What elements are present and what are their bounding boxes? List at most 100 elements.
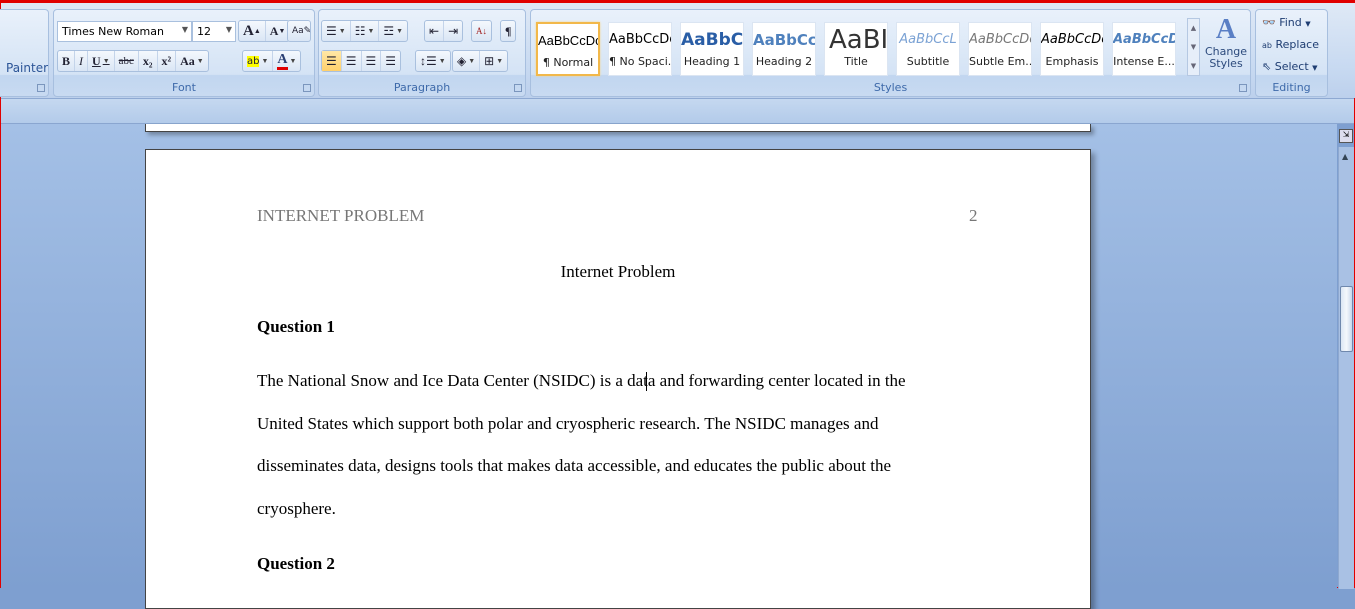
underline-label: U bbox=[92, 53, 101, 68]
italic-button[interactable]: I bbox=[75, 51, 89, 71]
binoculars-icon: 👓 bbox=[1262, 16, 1276, 29]
show-formatting-button[interactable]: ¶ bbox=[500, 20, 517, 42]
numbering-icon[interactable]: ☷ ▼ bbox=[351, 21, 380, 41]
highlight-button[interactable]: ab ▼ bbox=[243, 51, 274, 71]
style-preview: AaBbC( bbox=[681, 30, 743, 50]
clear-formatting-button[interactable]: Aa✎ bbox=[287, 20, 311, 42]
previous-page-bottom bbox=[145, 124, 1091, 132]
vertical-scrollbar[interactable]: ▲ bbox=[1338, 147, 1354, 589]
line-spacing-button[interactable]: ↕☰ ▼ bbox=[415, 50, 451, 72]
ribbon: Painter Times New Roman ▼ 12 ▼ A ▲ A ▼ Aa✎ B… bbox=[0, 1, 1355, 98]
format-painter-button[interactable]: Painter bbox=[6, 61, 48, 75]
font-grow-shrink: A ▲ A ▼ bbox=[238, 20, 291, 42]
style-preview: AaBbCcDc bbox=[538, 33, 598, 48]
paragraph-line: cryosphere. bbox=[257, 499, 336, 518]
page-number: 2 bbox=[969, 206, 978, 225]
indent-buttons: ⇤ ⇥ bbox=[424, 20, 464, 42]
strikethrough-button[interactable]: abc bbox=[115, 51, 139, 71]
font-group-label: Font bbox=[172, 81, 196, 94]
underline-button[interactable]: U ▼ bbox=[88, 51, 115, 71]
find-label: Find bbox=[1279, 16, 1302, 29]
paragraph-dialog-launcher[interactable] bbox=[514, 84, 522, 92]
font-name-combo[interactable]: Times New Roman ▼ bbox=[57, 21, 192, 42]
style-emphasis[interactable]: AaBbCcDc Emphasis bbox=[1040, 22, 1104, 76]
scroll-up-arrow-icon[interactable]: ▲ bbox=[1342, 152, 1348, 161]
style-heading-1[interactable]: AaBbC(Heading 1 bbox=[680, 22, 744, 76]
paragraph-line: The National Snow and Ice Data Center (N… bbox=[257, 371, 906, 390]
scroll-down-icon[interactable]: ▼ bbox=[1188, 38, 1199, 57]
change-styles-button[interactable]: A Change Styles bbox=[1203, 14, 1249, 78]
question-1-heading: Question 1 bbox=[257, 317, 335, 336]
chevron-down-icon[interactable]: ▼ bbox=[226, 25, 232, 34]
styles-dialog-launcher[interactable] bbox=[1239, 84, 1247, 92]
ruler-strip bbox=[1, 98, 1354, 124]
shading-border-buttons: ◈ ▼ ⊞ ▼ bbox=[452, 50, 509, 72]
running-header: INTERNET PROBLEM bbox=[257, 206, 425, 225]
align-left-icon[interactable]: ☰ bbox=[322, 51, 342, 71]
style-intense-emphasis[interactable]: AaBbCcDc Intense E... bbox=[1112, 22, 1176, 76]
color-buttons: ab ▼ A ▼ bbox=[242, 50, 302, 72]
style-subtle-emphasis[interactable]: AaBbCcDc Subtle Em... bbox=[968, 22, 1032, 76]
multilevel-list-icon[interactable]: ☲ ▼ bbox=[379, 21, 407, 41]
style-name: Heading 2 bbox=[755, 55, 813, 68]
style-preview: AaBbCcDc bbox=[969, 32, 1031, 47]
style-name: ¶ No Spaci... bbox=[609, 55, 671, 68]
select-label: Select bbox=[1274, 60, 1309, 73]
align-right-icon[interactable]: ☰ bbox=[362, 51, 382, 71]
subscript-button[interactable]: x₂ bbox=[139, 51, 158, 71]
shrink-font-icon[interactable]: A ▼ bbox=[266, 21, 290, 41]
style-preview: AaBbCcDc bbox=[609, 32, 671, 47]
chevron-down-icon[interactable]: ▼ bbox=[290, 57, 297, 65]
font-name-value: Times New Roman bbox=[62, 25, 164, 38]
font-color-button[interactable]: A ▼ bbox=[273, 51, 300, 71]
ruler-toggle-icon[interactable]: ⇲ bbox=[1339, 129, 1353, 143]
style-heading-2[interactable]: AaBbCc Heading 2 bbox=[752, 22, 816, 76]
chevron-down-icon[interactable]: ▼ bbox=[197, 57, 204, 65]
find-button[interactable]: 👓 Find ▼ bbox=[1262, 16, 1311, 29]
align-center-icon[interactable]: ☰ bbox=[342, 51, 362, 71]
font-size-combo[interactable]: 12 ▼ bbox=[192, 21, 236, 42]
styles-group-label: Styles bbox=[873, 81, 908, 94]
chevron-down-icon[interactable]: ▼ bbox=[182, 25, 188, 34]
chevron-down-icon[interactable]: ▼ bbox=[103, 57, 110, 65]
change-case-button[interactable]: Aa ▼ bbox=[176, 51, 208, 71]
increase-indent-icon[interactable]: ⇥ bbox=[444, 21, 462, 41]
font-dialog-launcher[interactable] bbox=[303, 84, 311, 92]
paragraph-line: United States which support both polar a… bbox=[257, 414, 879, 433]
bold-button[interactable]: B bbox=[58, 51, 76, 71]
scrollbar-thumb[interactable] bbox=[1340, 286, 1353, 352]
style-preview: AaBI bbox=[829, 25, 887, 55]
font-size-value: 12 bbox=[197, 25, 211, 38]
style-name: Title bbox=[844, 55, 868, 68]
style-preview: AaBbCc bbox=[753, 31, 815, 49]
grow-font-icon[interactable]: A ▲ bbox=[239, 21, 266, 41]
shading-icon[interactable]: ◈ ▼ bbox=[453, 51, 481, 71]
paragraph-line: disseminates data, designs tools that ma… bbox=[257, 456, 892, 475]
font-color-icon: A bbox=[277, 52, 288, 70]
select-button[interactable]: ⇖ Select ▼ bbox=[1262, 60, 1318, 73]
clipboard-launcher[interactable] bbox=[37, 84, 45, 92]
document-page[interactable]: INTERNET PROBLEM 2 Internet Problem Ques… bbox=[145, 149, 1091, 609]
style-preview: AaBbCcL bbox=[899, 32, 957, 47]
borders-icon[interactable]: ⊞ ▼ bbox=[480, 51, 507, 71]
list-buttons: ☰ ▼ ☷ ▼ ☲ ▼ bbox=[321, 20, 409, 42]
bullets-icon[interactable]: ☰ ▼ bbox=[322, 21, 351, 41]
style-title[interactable]: AaBI Title bbox=[824, 22, 888, 76]
style-no-spacing[interactable]: AaBbCcDc ¶ No Spaci... bbox=[608, 22, 672, 76]
sort-button[interactable]: A↓ bbox=[471, 20, 492, 42]
decrease-indent-icon[interactable]: ⇤ bbox=[425, 21, 445, 41]
superscript-button[interactable]: x² bbox=[158, 51, 177, 71]
style-normal[interactable]: AaBbCcDc ¶ Normal bbox=[536, 22, 600, 76]
scroll-up-icon[interactable]: ▲ bbox=[1188, 19, 1199, 38]
style-subtitle[interactable]: AaBbCcL Subtitle bbox=[896, 22, 960, 76]
font-group: Times New Roman ▼ 12 ▼ A ▲ A ▼ Aa✎ B I U ▼ ab… bbox=[53, 9, 315, 97]
cursor-icon: ⇖ bbox=[1262, 60, 1272, 73]
chevron-down-icon[interactable]: ▼ bbox=[261, 57, 268, 65]
more-styles-icon[interactable]: ▼ bbox=[1188, 57, 1199, 76]
style-name: Subtitle bbox=[906, 55, 950, 68]
justify-icon[interactable]: ☰ bbox=[381, 51, 400, 71]
change-case-label: Aa bbox=[180, 53, 195, 68]
sort-icon: A↓ bbox=[476, 26, 487, 36]
replace-button[interactable]: ab Replace bbox=[1262, 38, 1319, 51]
style-name: Emphasis bbox=[1045, 55, 1099, 68]
